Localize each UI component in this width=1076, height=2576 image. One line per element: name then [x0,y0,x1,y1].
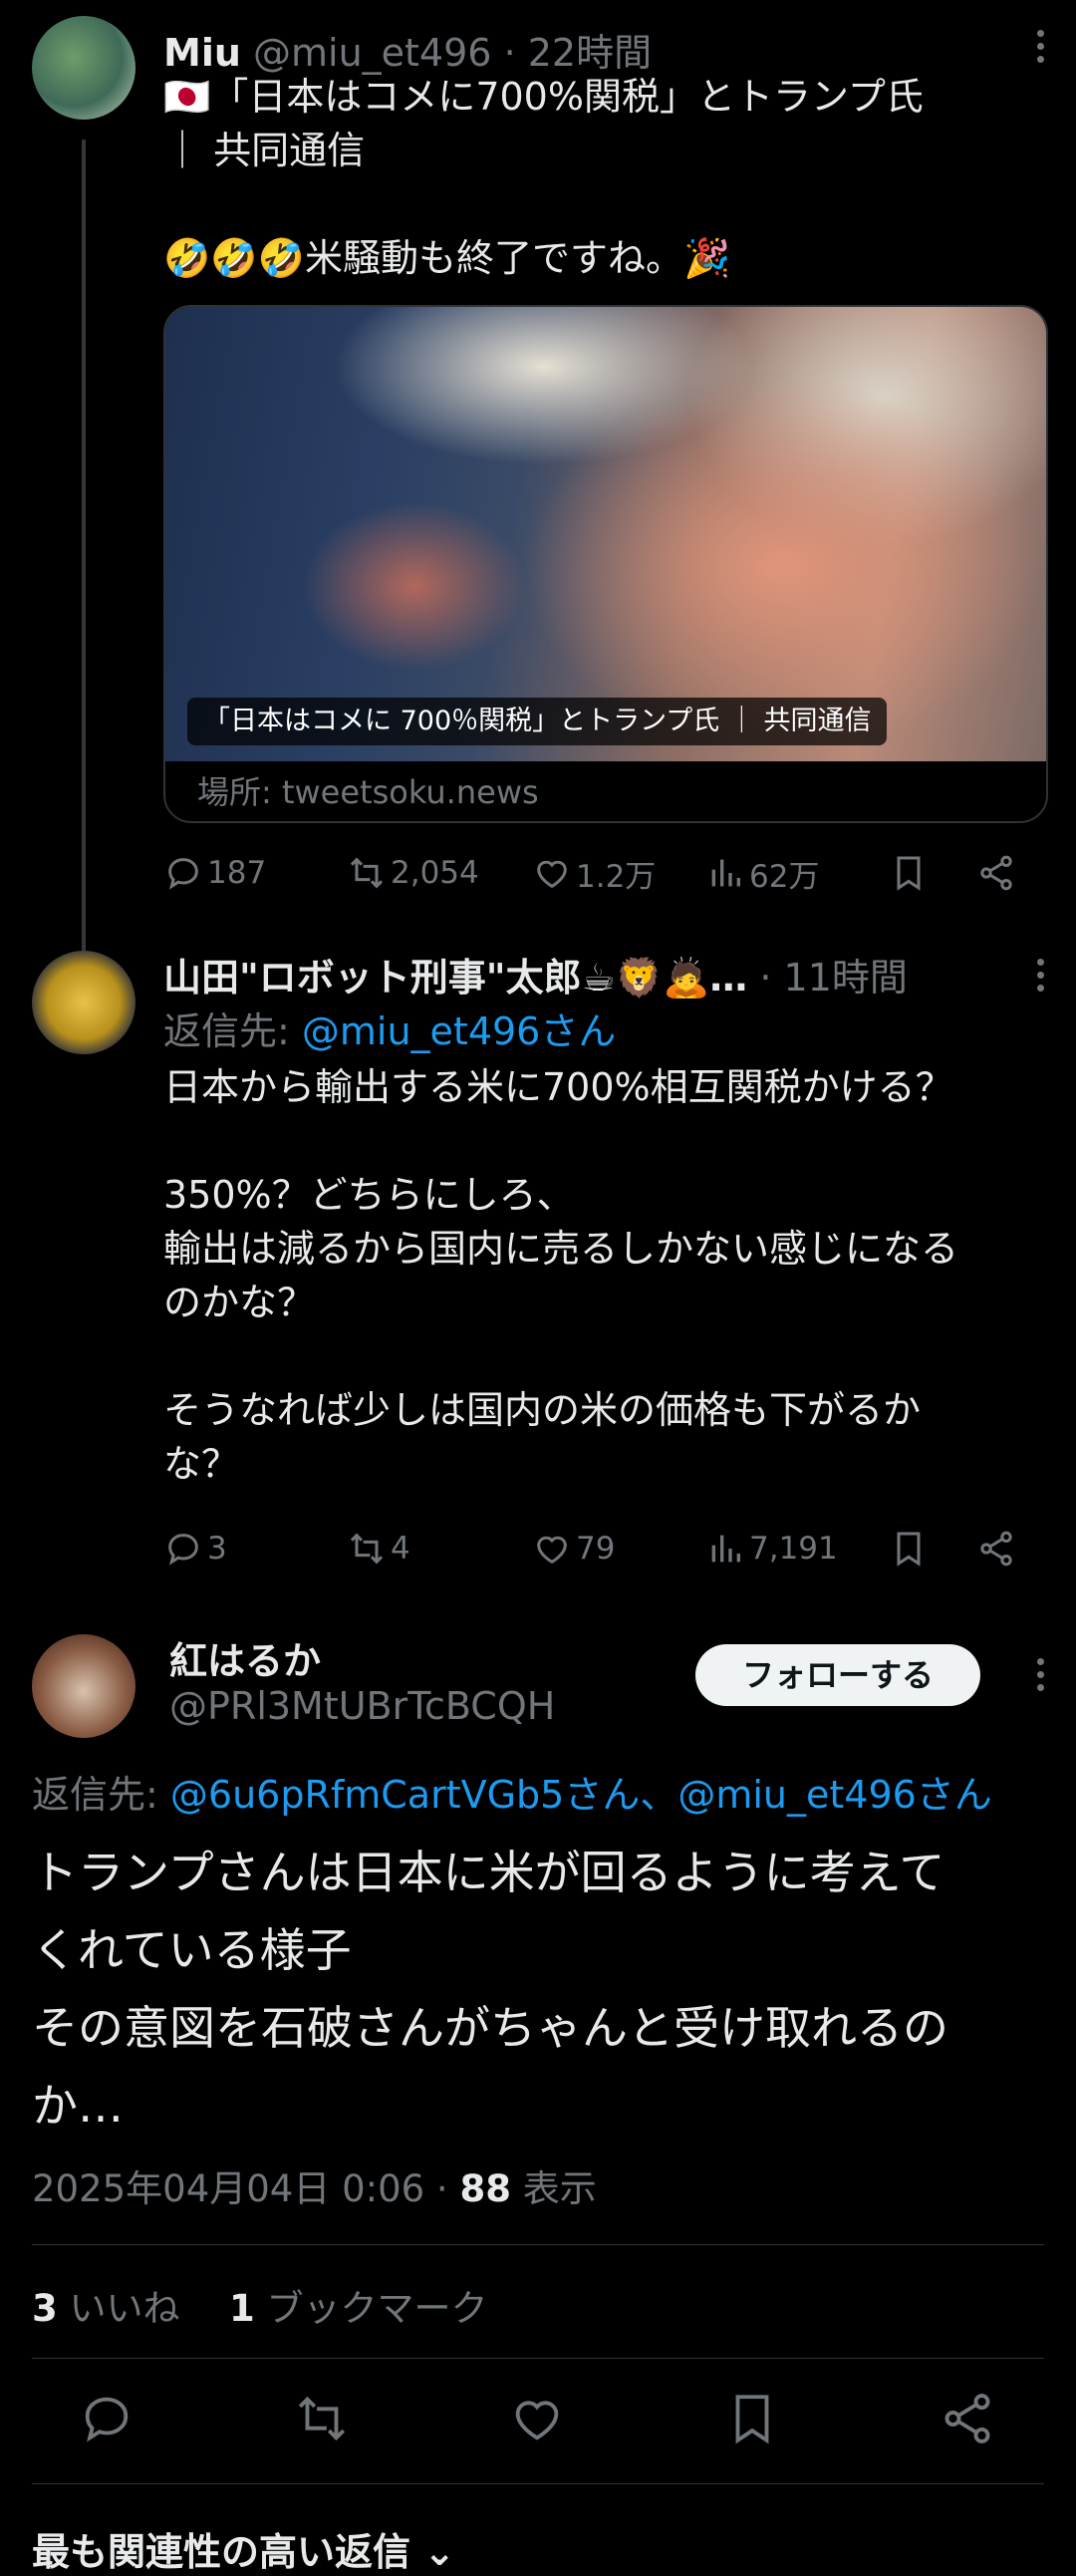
heart-icon [537,1536,567,1565]
like-button[interactable]: 1.2万 [532,843,656,903]
bookmarks-label: ブックマーク [254,2287,488,2330]
view-label: 表示 [510,2167,597,2210]
retweet-count: 4 [391,1531,410,1567]
retweet-button[interactable]: 4 [347,1519,410,1578]
reply-context: 返信先: @6u6pRfmCartVGb5さん、@miu_et496さん [32,1764,992,1819]
tweet-actions: 187 2,054 1.2万 62万 [163,843,1052,903]
view-count: 62万 [749,858,820,895]
views-button[interactable]: 62万 [705,843,819,903]
retweet-icon [350,1533,384,1565]
like-button[interactable]: 79 [532,1519,615,1578]
divider [32,2358,1044,2359]
share-icon [980,855,1012,891]
reply-mention[interactable]: @miu_et496さん [302,1009,616,1053]
card-image [165,307,1046,761]
link-card[interactable]: 「日本はコメに 700％関税」とトランプ氏 ｜ 共同通信 場所: tweetso… [163,305,1048,823]
reply-mentions[interactable]: @6u6pRfmCartVGb5さん、@miu_et496さん [170,1773,992,1817]
reply-icon [168,1534,198,1566]
likes-count: 3 [32,2287,58,2330]
reply-count: 187 [207,855,267,891]
timestamp[interactable]: · 11時間 [759,956,908,1000]
bookmarks-count: 1 [229,2287,255,2330]
reply-icon[interactable] [78,2390,135,2447]
share-button[interactable] [976,1519,1016,1578]
bookmarks-stat[interactable]: 1 ブックマーク [229,2287,488,2330]
handle[interactable]: @miu_et496 [253,31,491,75]
display-name[interactable]: Miu [163,31,241,75]
like-count: 1.2万 [576,858,657,895]
retweet-icon [350,857,384,889]
retweet-icon[interactable] [293,2390,351,2447]
handle[interactable]: @PRl3MtUBrTcBCQH [169,1684,555,1728]
avatar[interactable] [32,16,135,120]
more-options-icon[interactable] [1034,1658,1046,1697]
share-icon [980,1531,1012,1567]
like-count: 79 [576,1531,616,1567]
card-caption: 「日本はコメに 700％関税」とトランプ氏 ｜ 共同通信 [187,698,888,745]
card-source: 場所: tweetsoku.news [197,773,539,811]
view-count: 7,191 [749,1531,838,1567]
bookmark-icon [897,856,921,891]
bookmark-button[interactable] [889,843,929,903]
replies-sort-dropdown[interactable]: 最も関連性の高い返信 ⌄ [32,2521,455,2576]
heart-icon [537,860,567,889]
post-timestamp[interactable]: 2025年04月04日 0:06 · [32,2167,459,2210]
tweet-text: トランプさんは日本に米が回るように考えて くれている様子 その意図を石破さんがち… [32,1846,948,2133]
analytics-icon [711,1535,740,1563]
avatar[interactable] [32,1634,135,1738]
tweet-header: Miu @miu_et496 · 22時間 [163,22,652,77]
reply-button[interactable]: 3 [163,1519,227,1578]
avatar[interactable] [32,951,135,1054]
tweet-text: 日本から輸出する米に700%相互関税かける？ 350%？どちらにしろ、 輸出は減… [163,1065,959,1486]
more-options-icon[interactable] [1034,30,1046,69]
share-button[interactable] [976,843,1016,903]
more-options-icon[interactable] [1034,959,1046,998]
reply-button[interactable]: 187 [163,843,266,903]
display-name[interactable]: 紅はるか [169,1630,321,1685]
reply-prefix: 返信先: [163,1009,302,1053]
reply-count: 3 [207,1531,227,1567]
reply-context: 返信先: @miu_et496さん [163,1001,616,1055]
share-icon[interactable] [939,2390,996,2447]
timestamp[interactable]: · 22時間 [504,31,653,75]
retweet-button[interactable]: 2,054 [347,843,479,903]
thread-line [82,140,86,957]
likes-stat[interactable]: 3 いいね [32,2287,180,2330]
tweet-header: 山田"ロボット刑事"太郎☕🦁🙇… · 11時間 [163,947,908,1002]
divider [32,2483,1044,2484]
likes-label: いいね [57,2287,180,2330]
divider [32,2244,1044,2245]
reply-prefix: 返信先: [32,1773,170,1817]
tweet-actions: 3 4 79 7,191 [163,1519,1052,1578]
retweet-count: 2,054 [391,855,479,891]
bookmark-icon[interactable] [723,2390,781,2447]
bookmark-icon [897,1532,921,1567]
reply-icon [168,858,198,890]
display-name[interactable]: 山田"ロボット刑事"太郎☕🦁🙇… [163,956,747,1000]
tweet-meta: 2025年04月04日 0:06 · 88 表示 [32,2158,597,2212]
follow-button[interactable]: フォローする [695,1644,980,1706]
tweet-text: 🇯🇵「日本はコメに700%関税」とトランプ氏 ｜ 共同通信 🤣🤣🤣米騒動も終了で… [163,75,924,280]
engagement-stats: 3 いいね 1 ブックマーク [32,2278,488,2332]
heart-icon[interactable] [508,2390,566,2447]
analytics-icon [711,859,740,887]
views-button[interactable]: 7,191 [705,1519,838,1578]
view-count: 88 [459,2167,511,2210]
bookmark-button[interactable] [889,1519,929,1578]
